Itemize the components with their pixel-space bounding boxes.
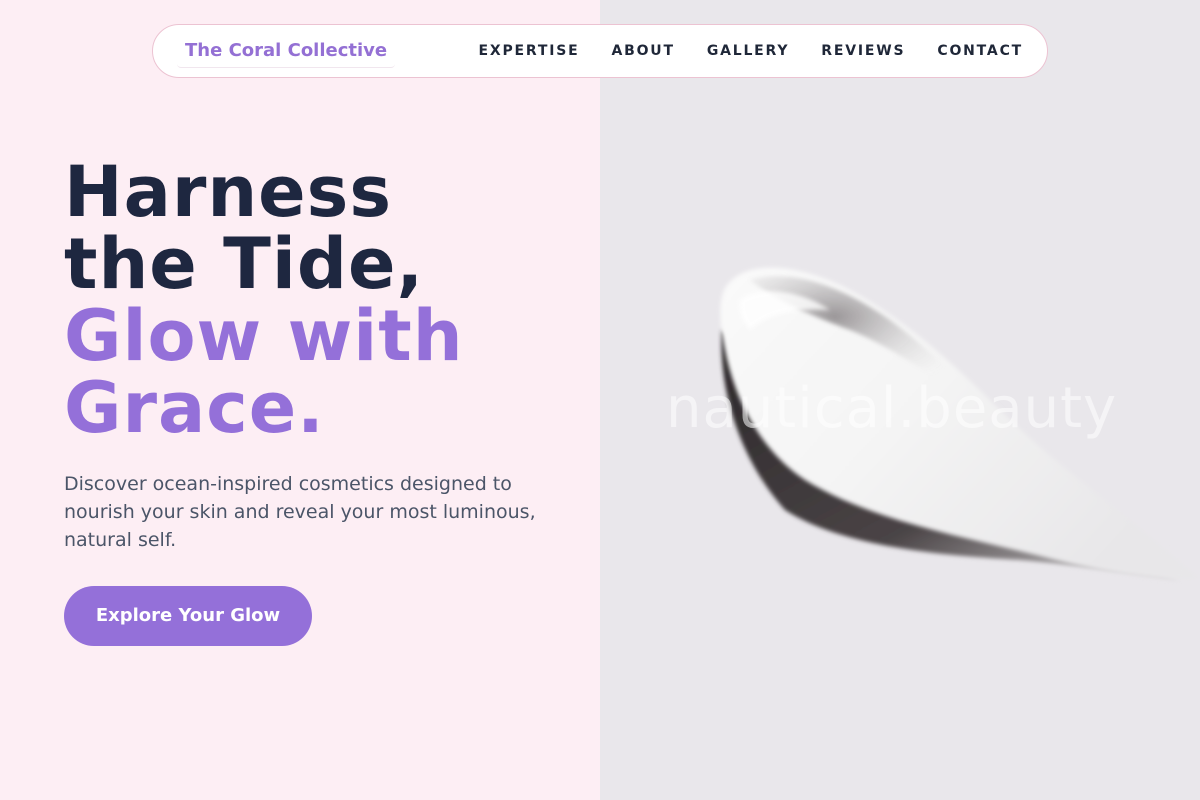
explore-glow-button[interactable]: Explore Your Glow bbox=[64, 586, 312, 646]
nav-link-reviews[interactable]: REVIEWS bbox=[821, 43, 905, 59]
nav-link-expertise[interactable]: EXPERTISE bbox=[479, 43, 580, 59]
nav-link-contact[interactable]: CONTACT bbox=[937, 43, 1023, 59]
hero-image-panel: nautical.beauty bbox=[600, 0, 1200, 800]
hero-headline: Harness the Tide, Glow with Grace. bbox=[64, 156, 584, 444]
nav-link-about[interactable]: ABOUT bbox=[611, 43, 674, 59]
nav-link-gallery[interactable]: GALLERY bbox=[707, 43, 789, 59]
hero-subtext: Discover ocean-inspired cosmetics design… bbox=[64, 473, 536, 551]
hero-section: Harness the Tide, Glow with Grace. Disco… bbox=[64, 156, 584, 646]
brand-logo[interactable]: The Coral Collective bbox=[177, 34, 396, 68]
headline-line-3: Glow with bbox=[64, 295, 464, 377]
nav-links: EXPERTISE ABOUT GALLERY REVIEWS CONTACT bbox=[479, 43, 1023, 59]
image-watermark: nautical.beauty bbox=[666, 376, 1118, 441]
headline-line-1: Harness bbox=[64, 151, 392, 233]
top-navbar: The Coral Collective EXPERTISE ABOUT GAL… bbox=[152, 24, 1048, 78]
headline-line-4: Grace. bbox=[64, 367, 325, 449]
headline-line-2: the Tide, bbox=[64, 223, 425, 305]
